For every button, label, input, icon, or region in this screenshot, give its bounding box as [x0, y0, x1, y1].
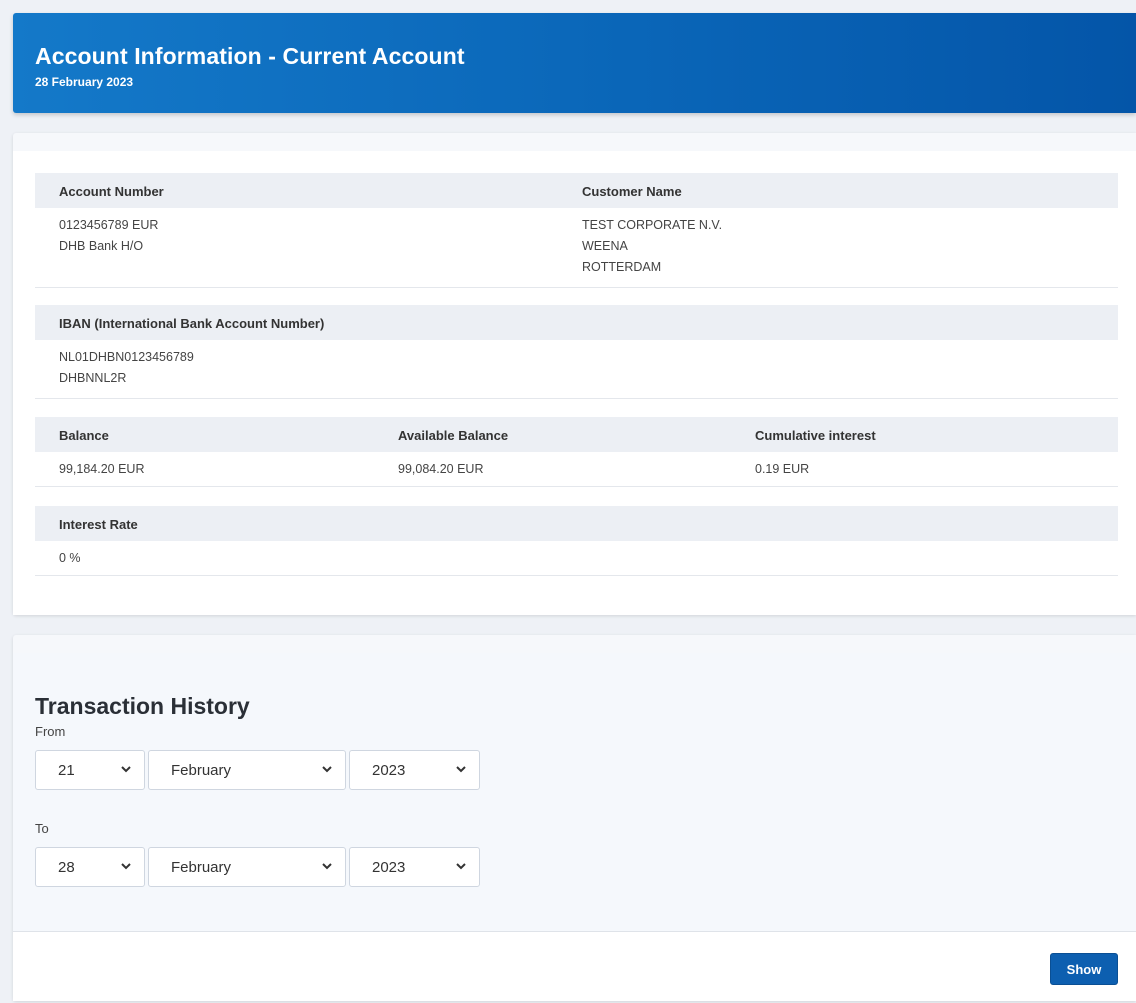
- from-day-value: 21: [58, 762, 75, 779]
- account-info-panel: Account Number Customer Name 0123456789 …: [13, 151, 1136, 615]
- from-day-select[interactable]: 21: [35, 750, 145, 790]
- page-date: 28 February 2023: [35, 75, 134, 89]
- account-number-label: Account Number: [59, 184, 164, 199]
- to-month-value: February: [171, 859, 232, 876]
- balance-header-row: Balance Available Balance Cumulative int…: [35, 417, 1118, 452]
- from-month-select[interactable]: February: [148, 750, 346, 790]
- from-month-value: February: [171, 762, 232, 779]
- transaction-history-form: Transaction History From 21 February 202…: [13, 653, 1136, 932]
- account-info-card: Account Number Customer Name 0123456789 …: [13, 133, 1136, 615]
- interest-rate-label: Interest Rate: [59, 517, 138, 532]
- show-button[interactable]: Show: [1050, 953, 1118, 985]
- transaction-history-title: Transaction History: [35, 693, 250, 719]
- to-month-select[interactable]: February: [148, 847, 346, 887]
- to-year-select[interactable]: 2023: [349, 847, 480, 887]
- account-header-row: Account Number Customer Name: [35, 173, 1118, 208]
- chevron-down-icon: [322, 766, 332, 773]
- page-header: Account Information - Current Account 28…: [13, 13, 1136, 113]
- iban-value: NL01DHBN0123456789: [59, 350, 194, 364]
- chevron-down-icon: [456, 766, 466, 773]
- balance-value-row: 99,184.20 EUR 99,084.20 EUR 0.19 EUR: [35, 452, 1118, 487]
- branch-value: DHB Bank H/O: [59, 239, 144, 253]
- transaction-history-footer: Show: [13, 932, 1136, 1001]
- customer-address-line: WEENA: [582, 239, 628, 253]
- customer-name-line: TEST CORPORATE N.V.: [582, 218, 723, 232]
- iban-value-row: NL01DHBN0123456789 DHBNNL2R: [35, 340, 1118, 399]
- cumulative-interest-value: 0.19 EUR: [755, 462, 810, 476]
- interest-rate-value-row: 0 %: [35, 541, 1118, 576]
- interest-rate-value: 0 %: [59, 551, 81, 565]
- customer-name-cell: TEST CORPORATE N.V. WEENA ROTTERDAM: [582, 215, 722, 278]
- account-number-value: 0123456789 EUR: [59, 218, 159, 232]
- to-day-select[interactable]: 28: [35, 847, 145, 887]
- chevron-down-icon: [456, 863, 466, 870]
- customer-name-label: Customer Name: [582, 184, 682, 199]
- available-balance-label: Available Balance: [398, 428, 509, 443]
- interest-rate-header-row: Interest Rate: [35, 506, 1118, 541]
- iban-header-row: IBAN (International Bank Account Number): [35, 305, 1118, 340]
- chevron-down-icon: [322, 863, 332, 870]
- from-year-select[interactable]: 2023: [349, 750, 480, 790]
- page-title: Account Information - Current Account: [35, 43, 465, 69]
- account-number-cell: 0123456789 EUR DHB Bank H/O: [59, 215, 158, 257]
- chevron-down-icon: [121, 863, 131, 870]
- available-balance-value: 99,084.20 EUR: [398, 462, 484, 476]
- chevron-down-icon: [121, 766, 131, 773]
- iban-cell: NL01DHBN0123456789 DHBNNL2R: [59, 347, 194, 389]
- transaction-history-card: Transaction History From 21 February 202…: [13, 635, 1136, 1001]
- account-value-row: 0123456789 EUR DHB Bank H/O TEST CORPORA…: [35, 208, 1118, 288]
- from-year-value: 2023: [372, 762, 406, 779]
- iban-label: IBAN (International Bank Account Number): [59, 316, 325, 331]
- to-day-value: 28: [58, 859, 75, 876]
- cumulative-interest-label: Cumulative interest: [755, 428, 876, 443]
- from-label: From: [35, 724, 66, 739]
- bic-value: DHBNNL2R: [59, 371, 127, 385]
- to-year-value: 2023: [372, 859, 406, 876]
- balance-value: 99,184.20 EUR: [59, 462, 145, 476]
- balance-label: Balance: [59, 428, 109, 443]
- customer-city-line: ROTTERDAM: [582, 260, 662, 274]
- to-label: To: [35, 821, 49, 836]
